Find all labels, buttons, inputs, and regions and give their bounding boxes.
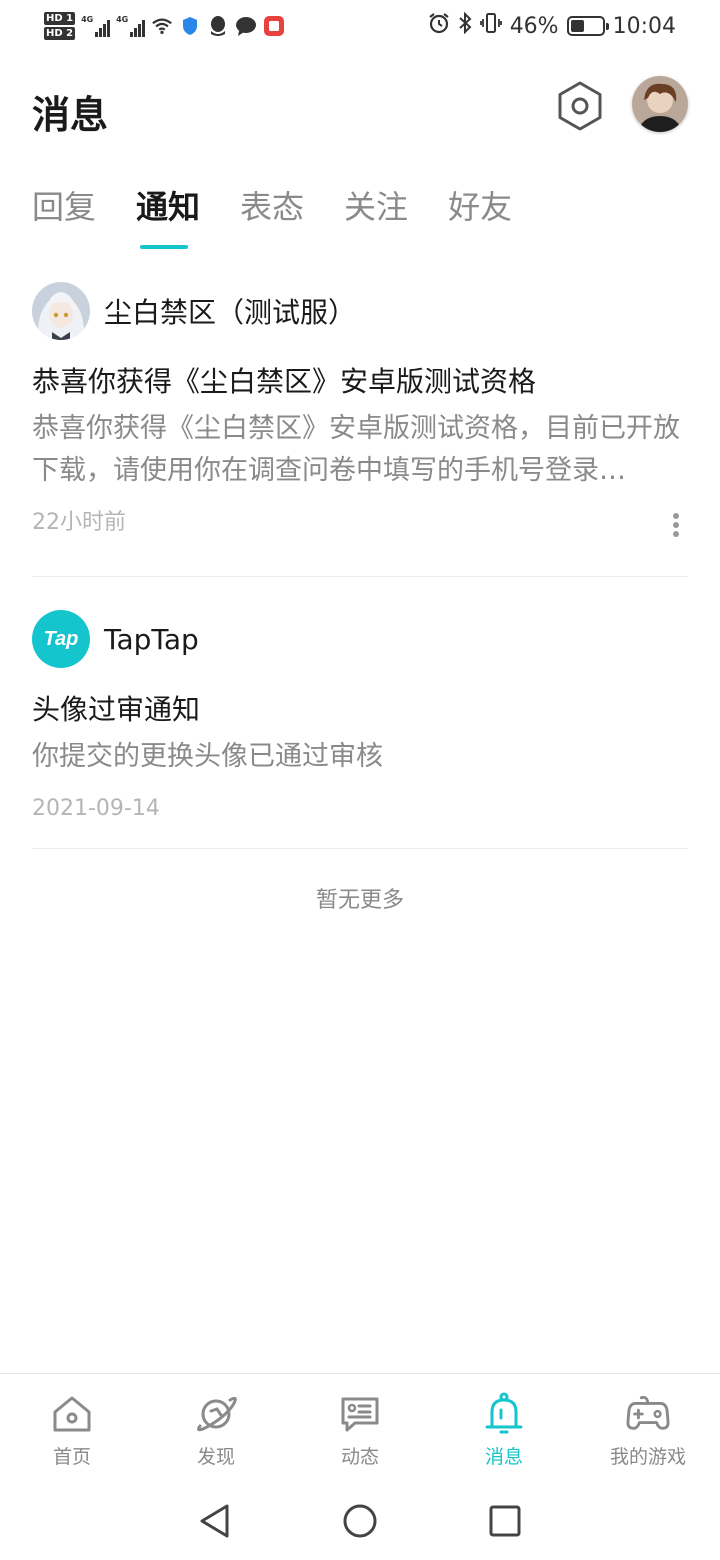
notification-item[interactable]: Tap TapTap 头像过审通知 你提交的更换头像已通过审核 2021-09-… [32, 610, 688, 824]
notification-source: 尘白禁区（测试服） [32, 282, 688, 340]
hd2-badge: HD 2 [44, 27, 76, 40]
notification-time: 22小时前 [32, 510, 126, 535]
tab-friends[interactable]: 好友 [448, 184, 512, 230]
divider [32, 576, 688, 577]
battery-icon [566, 16, 609, 36]
source-name[interactable]: 尘白禁区（测试服） [104, 291, 356, 331]
nav-home[interactable]: 首页 [0, 1374, 144, 1482]
tab-notifications[interactable]: 通知 [136, 184, 200, 230]
more-options-icon[interactable] [670, 510, 682, 540]
hd1-badge: HD 1 [44, 12, 76, 25]
app-icon [263, 15, 285, 37]
nav-feed[interactable]: 动态 [288, 1374, 432, 1482]
recents-icon[interactable] [488, 1504, 522, 1538]
nav-label: 消息 [484, 1446, 523, 1468]
notification-title: 头像过审通知 [32, 693, 201, 726]
clock: 10:04 [612, 13, 676, 39]
source-avatar[interactable] [32, 282, 90, 340]
qq-icon [207, 15, 229, 37]
status-left: HD 1 HD 2 4G 4G [44, 6, 285, 46]
active-tab-indicator [140, 245, 188, 249]
nav-label: 首页 [52, 1446, 91, 1468]
nav-discover[interactable]: 发现 [144, 1374, 288, 1482]
page-title: 消息 [32, 93, 109, 137]
net2-label: 4G [116, 15, 129, 24]
bottom-nav: 首页 发现 动态 消息 我的游戏 [0, 1373, 720, 1482]
nav-my-games[interactable]: 我的游戏 [576, 1374, 720, 1482]
system-nav-bar [0, 1482, 720, 1560]
gear-icon [558, 81, 602, 131]
status-bar: HD 1 HD 2 4G 4G 46% 10:04 [0, 0, 720, 52]
bluetooth-icon [458, 11, 472, 40]
source-name[interactable]: TapTap [104, 623, 199, 656]
nav-label: 动态 [340, 1446, 379, 1468]
wifi-icon [151, 15, 173, 37]
signal-icon-2: 4G [116, 15, 146, 37]
message-tabs: 回复 通知 表态 关注 好友 [32, 184, 512, 230]
divider [32, 848, 688, 849]
battery-percent: 46% [509, 13, 559, 39]
home-circle-icon[interactable] [342, 1503, 378, 1539]
back-icon[interactable] [198, 1503, 232, 1539]
hd-indicators: HD 1 HD 2 [44, 12, 76, 40]
shield-icon [179, 15, 201, 37]
net1-label: 4G [81, 15, 94, 24]
tab-reactions[interactable]: 表态 [240, 184, 304, 230]
gamepad-icon [626, 1392, 670, 1436]
settings-button[interactable] [554, 80, 606, 132]
notification-body: 你提交的更换头像已通过审核 [32, 741, 383, 772]
signal-icon: 4G [81, 15, 111, 37]
nav-label: 发现 [196, 1446, 235, 1468]
vibrate-icon [479, 12, 502, 40]
nav-label: 我的游戏 [609, 1446, 686, 1468]
feed-icon [338, 1392, 382, 1436]
notification-body: 恭喜你获得《尘白禁区》安卓版测试资格，目前已开放下载，请使用你在调查问卷中填写的… [32, 413, 680, 486]
notification-item[interactable]: 尘白禁区（测试服） 恭喜你获得《尘白禁区》安卓版测试资格 恭喜你获得《尘白禁区》… [32, 282, 688, 538]
notification-source: Tap TapTap [32, 610, 688, 668]
planet-icon [194, 1392, 238, 1436]
alarm-icon [428, 12, 450, 40]
bell-icon [482, 1392, 526, 1436]
user-avatar[interactable] [632, 76, 688, 132]
battery-level [570, 20, 585, 32]
taptap-logo-text: Tap [43, 627, 79, 650]
notification-time: 2021-09-14 [32, 796, 160, 821]
chat-icon [235, 15, 257, 37]
status-right: 46% 10:04 [428, 6, 676, 46]
no-more-text: 暂无更多 [315, 888, 404, 913]
tab-follows[interactable]: 关注 [344, 184, 408, 230]
taptap-logo[interactable]: Tap [32, 610, 90, 668]
notification-title: 恭喜你获得《尘白禁区》安卓版测试资格 [32, 365, 537, 398]
home-icon [50, 1392, 94, 1436]
tab-replies[interactable]: 回复 [32, 184, 96, 230]
nav-messages[interactable]: 消息 [432, 1374, 576, 1482]
